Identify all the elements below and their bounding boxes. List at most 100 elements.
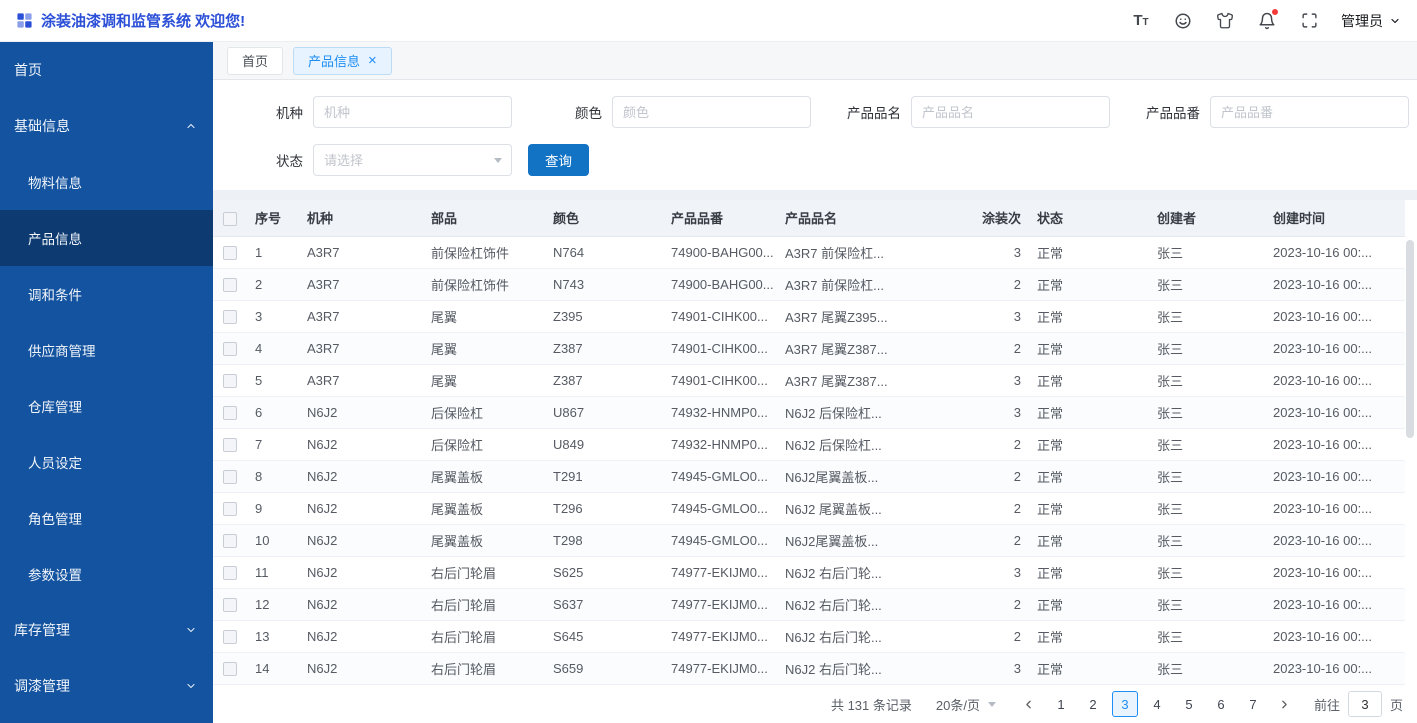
- model-input[interactable]: [313, 96, 512, 128]
- tab-label: 首页: [242, 54, 269, 69]
- row-checkbox[interactable]: [223, 373, 237, 388]
- row-checkbox[interactable]: [223, 341, 237, 356]
- cell-creator: 张三: [1149, 268, 1265, 301]
- sidebar-item-label: 人员设定: [28, 456, 82, 471]
- cell-times: 3: [899, 236, 1029, 269]
- cell-no: 13: [247, 620, 299, 653]
- cell-name: A3R7 尾翼Z395...: [777, 300, 899, 333]
- page-button-6[interactable]: 6: [1208, 691, 1234, 717]
- row-checkbox[interactable]: [223, 533, 237, 548]
- theme-face-icon[interactable]: [1173, 11, 1193, 31]
- cell-times: 2: [899, 524, 1029, 557]
- cell-color: S645: [545, 620, 663, 653]
- cell-name: A3R7 尾翼Z387...: [777, 332, 899, 365]
- sidebar-item-3[interactable]: 产品信息: [0, 210, 213, 266]
- tab-home[interactable]: 首页: [227, 46, 284, 75]
- cell-part: 右后门轮眉: [423, 652, 545, 685]
- cell-created: 2023-10-16 00:...: [1265, 556, 1405, 589]
- notification-bell-icon[interactable]: [1257, 8, 1278, 31]
- user-menu[interactable]: 管理员: [1341, 11, 1401, 31]
- next-page-button[interactable]: [1272, 691, 1298, 717]
- goto-label: 前往: [1313, 697, 1340, 713]
- tab-label: 产品信息: [308, 54, 361, 69]
- page-button-2[interactable]: 2: [1080, 691, 1106, 717]
- sidebar-item-4[interactable]: 调和条件: [0, 266, 213, 322]
- query-button[interactable]: 查询: [528, 144, 589, 176]
- sidebar-item-2[interactable]: 物料信息: [0, 154, 213, 210]
- sidebar-item-10[interactable]: 库存管理: [0, 602, 213, 658]
- cell-color: S659: [545, 652, 663, 685]
- row-checkbox[interactable]: [223, 597, 237, 612]
- cell-name: A3R7 前保险杠...: [777, 268, 899, 301]
- cell-color: N743: [545, 268, 663, 301]
- page-button-7[interactable]: 7: [1240, 691, 1266, 717]
- prev-page-button[interactable]: [1016, 691, 1042, 717]
- status-label: 状态: [276, 154, 303, 169]
- column-header-name: 产品品名: [777, 200, 899, 237]
- sidebar-item-label: 物料信息: [28, 176, 82, 191]
- cell-status: 正常: [1029, 428, 1149, 461]
- color-label: 颜色: [575, 106, 602, 121]
- cell-part_no: 74945-GMLO0...: [663, 492, 777, 525]
- sidebar-item-11[interactable]: 调漆管理: [0, 658, 213, 714]
- font-size-icon[interactable]: TT: [1131, 11, 1151, 31]
- fullscreen-icon[interactable]: [1299, 11, 1319, 31]
- page-button-1[interactable]: 1: [1048, 691, 1074, 717]
- goto-page-input[interactable]: [1347, 691, 1382, 717]
- row-checkbox[interactable]: [223, 565, 237, 580]
- sidebar-item-8[interactable]: 角色管理: [0, 490, 213, 546]
- select-all-checkbox[interactable]: [223, 211, 237, 226]
- cell-status: 正常: [1029, 332, 1149, 365]
- status-select[interactable]: [313, 144, 512, 176]
- table-scrollbar[interactable]: [1406, 240, 1414, 438]
- cell-no: 2: [247, 268, 299, 301]
- row-checkbox[interactable]: [223, 437, 237, 452]
- product-name-input[interactable]: [911, 96, 1110, 128]
- page-button-3[interactable]: 3: [1111, 691, 1138, 717]
- page-size-select[interactable]: 20条/页: [936, 695, 996, 714]
- skin-shirt-icon[interactable]: [1215, 11, 1235, 31]
- cell-color: S637: [545, 588, 663, 621]
- row-checkbox[interactable]: [223, 309, 237, 324]
- sidebar-item-0[interactable]: 首页: [0, 42, 213, 98]
- cell-creator: 张三: [1149, 588, 1265, 621]
- sidebar-item-5[interactable]: 供应商管理: [0, 322, 213, 378]
- row-checkbox[interactable]: [223, 405, 237, 420]
- sidebar-item-1[interactable]: 基础信息: [0, 98, 213, 154]
- cell-part: 后保险杠: [423, 396, 545, 429]
- chevron-down-icon: [1391, 18, 1399, 23]
- column-header-part: 部品: [423, 200, 545, 237]
- table-row: 3 A3R7 尾翼 Z395 74901-CIHK00... A3R7 尾翼Z395...…: [213, 300, 1405, 333]
- field-model: 机种: [213, 96, 512, 128]
- field-status: 状态: [213, 144, 512, 176]
- cell-times: 3: [899, 364, 1029, 397]
- cell-part_no: 74977-EKIJM0...: [663, 620, 777, 653]
- page-button-4[interactable]: 4: [1144, 691, 1170, 717]
- sidebar-item-9[interactable]: 参数设置: [0, 546, 213, 602]
- cell-created: 2023-10-16 00:...: [1265, 620, 1405, 653]
- product-number-input[interactable]: [1210, 96, 1409, 128]
- cell-part: 后保险杠: [423, 428, 545, 461]
- cell-creator: 张三: [1149, 524, 1265, 557]
- main-content: 首页 产品信息 × 机种 颜色 产品品名: [213, 42, 1417, 723]
- row-checkbox[interactable]: [223, 245, 237, 260]
- chevron-icon: [185, 120, 197, 132]
- page-button-5[interactable]: 5: [1176, 691, 1202, 717]
- cell-times: 2: [899, 460, 1029, 493]
- row-checkbox[interactable]: [223, 469, 237, 484]
- row-checkbox[interactable]: [223, 277, 237, 292]
- sidebar-item-6[interactable]: 仓库管理: [0, 378, 213, 434]
- row-checkbox[interactable]: [223, 629, 237, 644]
- cell-color: T296: [545, 492, 663, 525]
- row-checkbox[interactable]: [223, 661, 237, 676]
- tab-close-icon[interactable]: ×: [368, 53, 377, 68]
- sidebar-item-label: 产品信息: [28, 232, 82, 247]
- cell-created: 2023-10-16 00:...: [1265, 396, 1405, 429]
- sidebar-item-7[interactable]: 人员设定: [0, 434, 213, 490]
- cell-model: N6J2: [299, 428, 423, 461]
- cell-model: A3R7: [299, 300, 423, 333]
- row-checkbox[interactable]: [223, 501, 237, 516]
- color-input[interactable]: [612, 96, 811, 128]
- tab-product-info[interactable]: 产品信息 ×: [293, 46, 392, 75]
- cell-part_no: 74945-GMLO0...: [663, 460, 777, 493]
